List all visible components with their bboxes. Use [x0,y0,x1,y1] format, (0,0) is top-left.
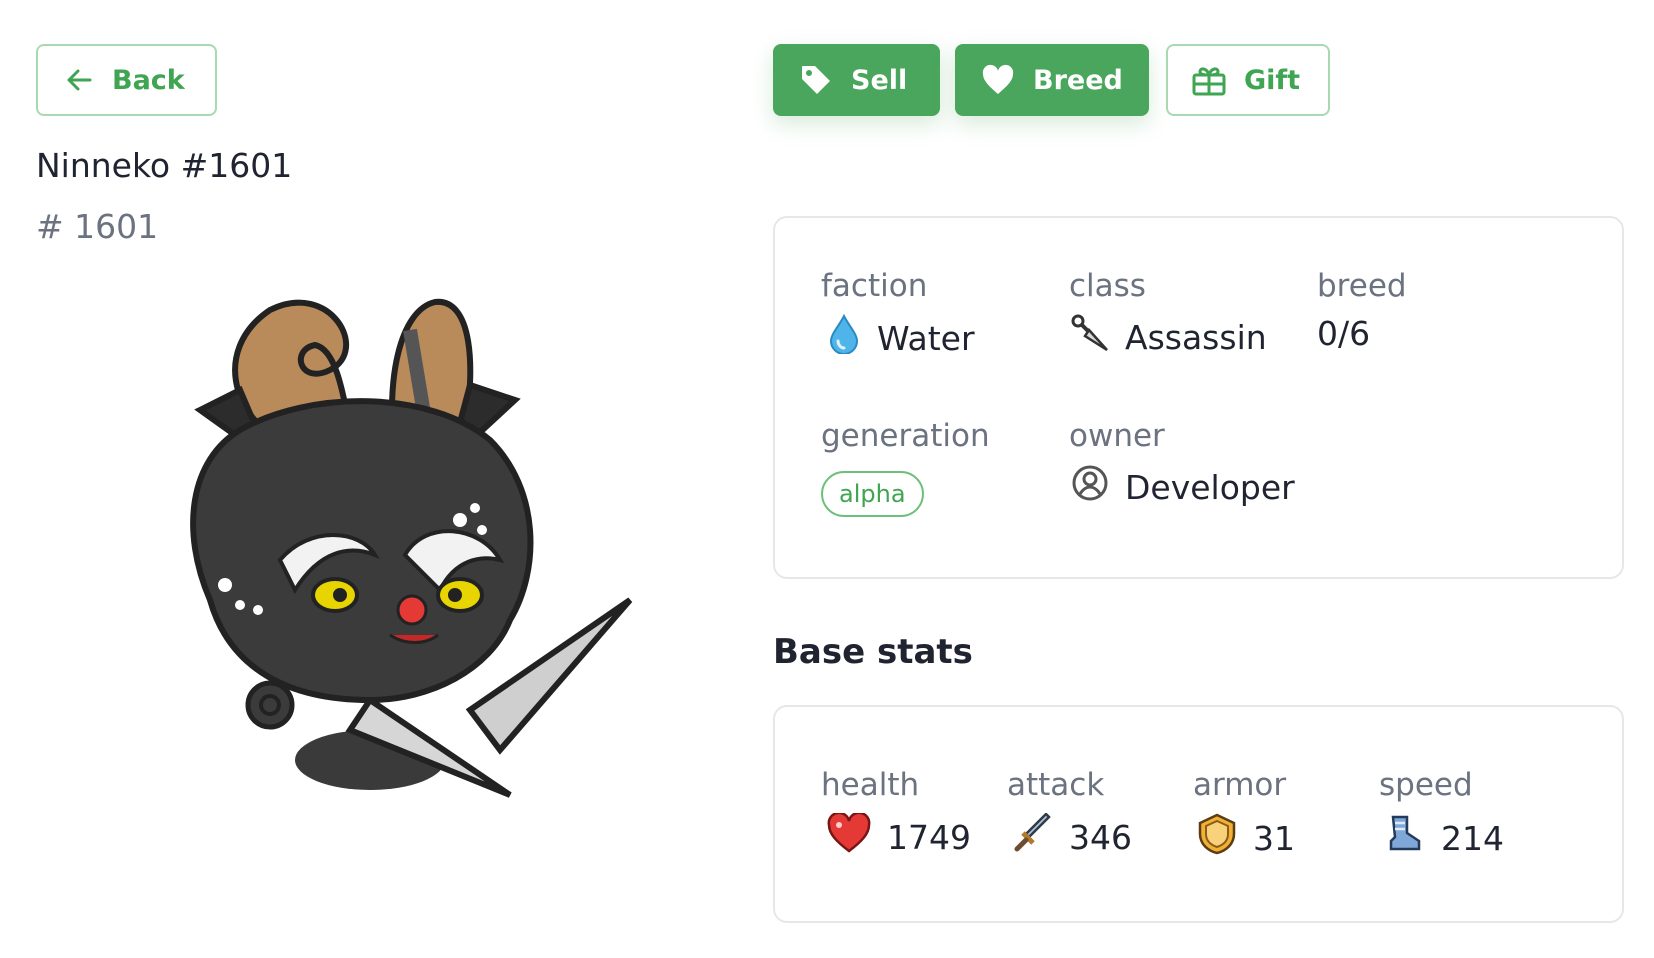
class-label: class [1069,268,1146,304]
pet-name-title: Ninneko #1601 [36,146,293,185]
sell-label: Sell [851,64,908,96]
speed-label: speed [1379,767,1473,803]
health-value: 1749 [827,811,971,861]
gift-icon [1192,64,1226,96]
breed-button[interactable]: Breed [955,44,1149,116]
sword-icon [1013,812,1053,861]
gift-button[interactable]: Gift [1166,44,1330,116]
generation-badge: alpha [821,471,924,517]
health-label: health [821,767,920,803]
health-number: 1749 [887,817,971,857]
owner-label: owner [1069,418,1165,454]
class-text: Assassin [1125,317,1267,357]
faction-label: faction [821,268,928,304]
breed-label: breed [1317,268,1407,304]
owner-text: Developer [1125,467,1295,507]
base-stats-title: Base stats [773,632,973,672]
faction-value: Water [827,313,975,362]
base-stats-card: health 1749 attack 346 armor 31 speed 21… [773,705,1624,923]
ninneko-character-image [170,290,690,850]
back-button[interactable]: Back [36,44,217,116]
speed-number: 214 [1441,818,1504,858]
water-drop-icon [827,313,861,362]
shield-icon [1197,813,1237,863]
back-label: Back [112,64,185,96]
armor-value: 31 [1197,813,1295,863]
generation-label: generation [821,418,990,454]
kunai-icon [1071,314,1109,360]
user-circle-icon [1071,464,1109,510]
attack-value: 346 [1013,812,1132,861]
boot-icon [1385,813,1425,863]
owner-value: Developer [1071,464,1295,510]
heart-icon [981,64,1015,96]
info-card: faction Water class Assassin breed 0/6 g… [773,216,1624,579]
breed-label: Breed [1033,64,1123,96]
armor-label: armor [1193,767,1287,803]
gift-label: Gift [1244,64,1301,96]
attack-label: attack [1007,767,1105,803]
pet-id-text: # 1601 [36,207,159,246]
attack-number: 346 [1069,817,1132,857]
arrow-left-icon [64,65,94,95]
tag-icon [799,63,833,97]
armor-number: 31 [1253,818,1295,858]
heart-icon [827,811,871,861]
faction-text: Water [877,318,975,358]
breed-count: 0/6 [1317,314,1371,353]
speed-value: 214 [1385,813,1504,863]
sell-button[interactable]: Sell [773,44,940,116]
class-value: Assassin [1071,314,1267,360]
